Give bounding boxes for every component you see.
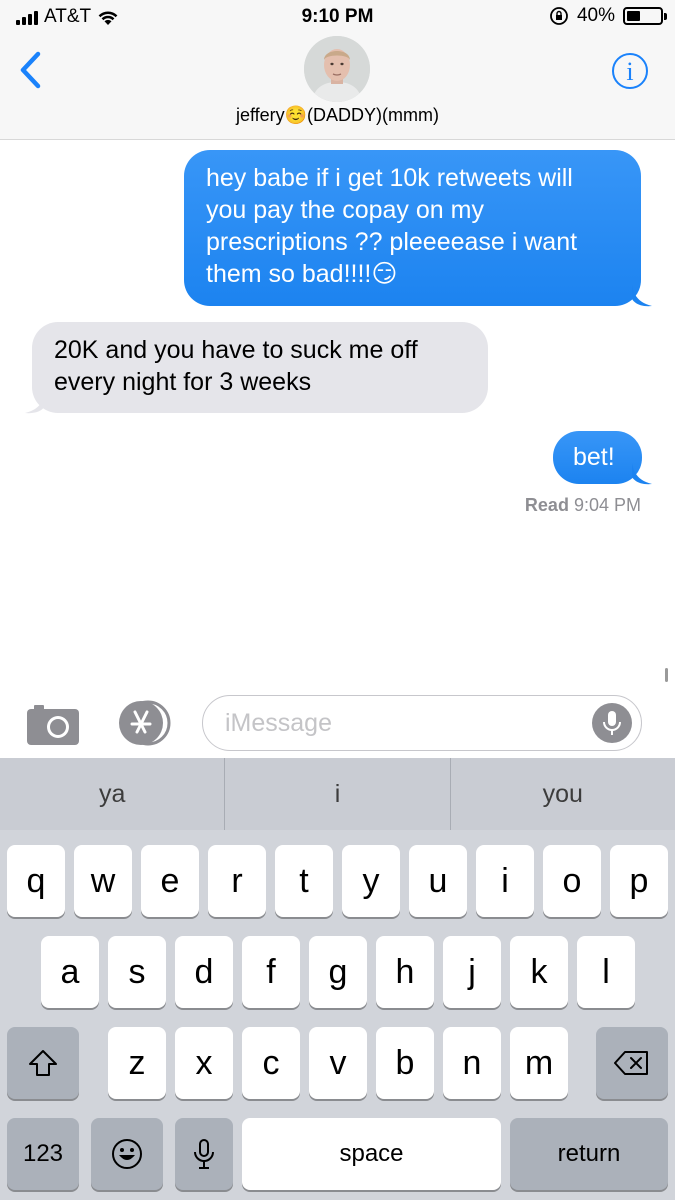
battery-percent: 40% — [576, 5, 615, 26]
imessage-input[interactable]: iMessage — [202, 695, 642, 751]
key-t[interactable]: t — [275, 845, 333, 917]
key-k[interactable]: k — [510, 936, 568, 1008]
chevron-left-icon[interactable] — [14, 50, 48, 90]
read-time: 9:04 PM — [573, 495, 641, 515]
microphone-icon — [603, 711, 621, 735]
scroll-indicator[interactable] — [665, 668, 668, 682]
contact-avatar[interactable] — [304, 36, 370, 102]
imessage-placeholder: iMessage — [225, 709, 332, 737]
message-line: 20K and you have to suck me off — [54, 336, 418, 364]
message-line: them so bad!!!!😏 — [206, 260, 398, 288]
key-l[interactable]: l — [577, 936, 635, 1008]
status-bar: AT&T 9:10 PM 40% — [0, 0, 675, 36]
bubble-tail — [632, 285, 652, 307]
bubble-tail — [632, 463, 652, 485]
dictation-key[interactable] — [175, 1118, 233, 1190]
info-icon[interactable]: i — [611, 52, 649, 90]
message-bubble-outgoing[interactable]: bet! — [553, 431, 642, 484]
battery-fill — [627, 11, 640, 21]
delete-icon — [614, 1051, 648, 1075]
conversation-header: jeffery☺️(DADDY)(mmm) i — [0, 36, 675, 140]
key-d[interactable]: d — [175, 936, 233, 1008]
svg-text:i: i — [626, 57, 633, 86]
emoji-key[interactable] — [91, 1118, 163, 1190]
message-line: every night for 3 weeks — [54, 368, 312, 396]
numbers-key[interactable]: 123 — [7, 1118, 79, 1190]
key-z[interactable]: z — [108, 1027, 166, 1099]
prediction-item[interactable]: you — [451, 758, 675, 830]
status-right: 40% — [549, 5, 667, 27]
compose-bar: iMessage — [0, 688, 675, 758]
message-line: prescriptions ?? pleeeease i want — [206, 228, 578, 256]
key-w[interactable]: w — [74, 845, 132, 917]
key-v[interactable]: v — [309, 1027, 367, 1099]
key-g[interactable]: g — [309, 936, 367, 1008]
key-q[interactable]: q — [7, 845, 65, 917]
key-a[interactable]: a — [41, 936, 99, 1008]
contact-name[interactable]: jeffery☺️(DADDY)(mmm) — [0, 105, 675, 126]
key-f[interactable]: f — [242, 936, 300, 1008]
message-line: hey babe if i get 10k retweets will — [206, 164, 573, 192]
key-i[interactable]: i — [476, 845, 534, 917]
key-c[interactable]: c — [242, 1027, 300, 1099]
message-line: bet! — [573, 443, 615, 471]
keyboard: ya i you q w e r t y u i o p a s d f g h… — [0, 758, 675, 1200]
key-o[interactable]: o — [543, 845, 601, 917]
microphone-button[interactable] — [592, 703, 632, 743]
return-key[interactable]: return — [510, 1118, 668, 1190]
key-b[interactable]: b — [376, 1027, 434, 1099]
key-m[interactable]: m — [510, 1027, 568, 1099]
message-bubble-outgoing[interactable]: hey babe if i get 10k retweets will you … — [184, 150, 641, 306]
predictive-bar: ya i you — [0, 758, 675, 830]
prediction-item[interactable]: ya — [0, 758, 226, 830]
key-h[interactable]: h — [376, 936, 434, 1008]
app-store-icon[interactable] — [112, 700, 172, 746]
key-x[interactable]: x — [175, 1027, 233, 1099]
bubble-tail — [25, 392, 45, 414]
delete-key[interactable] — [596, 1027, 668, 1099]
microphone-icon — [194, 1139, 214, 1169]
battery-icon — [623, 7, 667, 25]
message-thread: hey babe if i get 10k retweets will you … — [0, 141, 675, 681]
shift-key[interactable] — [7, 1027, 79, 1099]
key-y[interactable]: y — [342, 845, 400, 917]
key-u[interactable]: u — [409, 845, 467, 917]
read-label: Read — [524, 495, 569, 515]
read-receipt: Read 9:04 PM — [525, 495, 641, 516]
key-j[interactable]: j — [443, 936, 501, 1008]
key-r[interactable]: r — [208, 845, 266, 917]
orientation-lock-icon — [550, 7, 568, 25]
space-key[interactable]: space — [242, 1118, 501, 1190]
shift-icon — [29, 1050, 57, 1076]
prediction-item[interactable]: i — [225, 758, 451, 830]
message-line: you pay the copay on my — [206, 196, 484, 224]
key-n[interactable]: n — [443, 1027, 501, 1099]
key-e[interactable]: e — [141, 845, 199, 917]
key-s[interactable]: s — [108, 936, 166, 1008]
camera-icon[interactable] — [26, 702, 80, 746]
emoji-icon — [112, 1139, 142, 1169]
message-bubble-incoming[interactable]: 20K and you have to suck me off every ni… — [32, 322, 488, 413]
key-p[interactable]: p — [610, 845, 668, 917]
